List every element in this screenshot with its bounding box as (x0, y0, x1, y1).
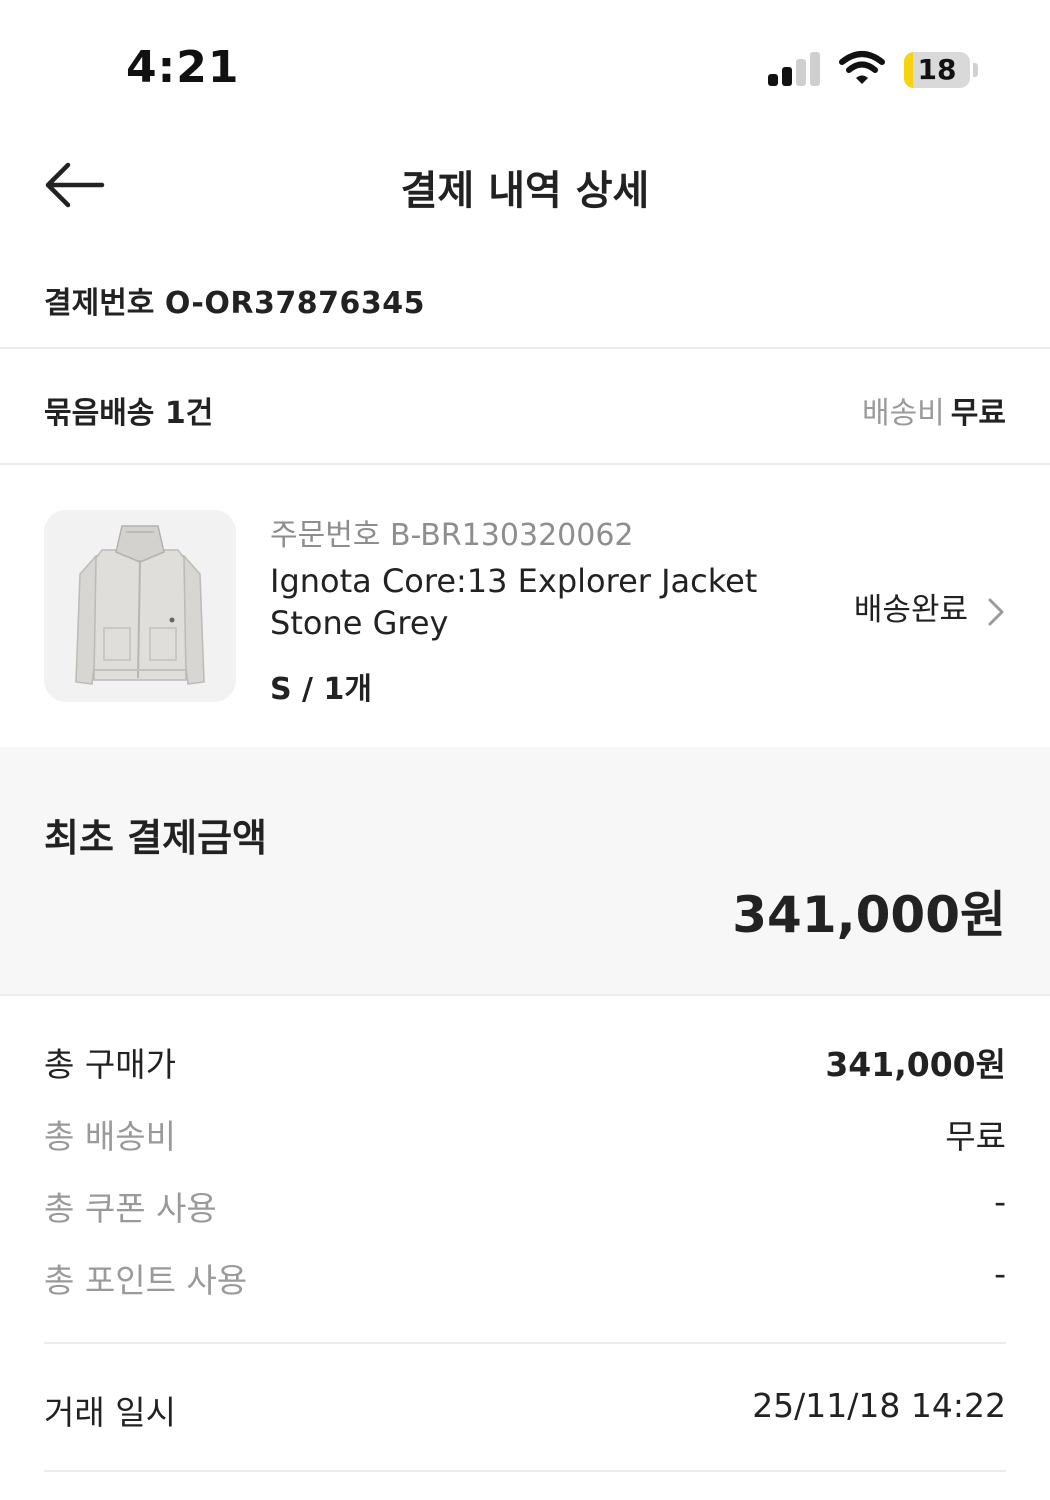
divider (0, 347, 1050, 349)
delivery-status: 배송완료 (853, 592, 968, 628)
summary-value: - (994, 1254, 1006, 1293)
wifi-icon (839, 51, 885, 84)
battery-icon: 18 (904, 52, 970, 88)
order-number-value: B-BR130320062 (389, 518, 634, 553)
transaction-datetime-row: 거래 일시 25/11/18 14:22 (44, 1386, 1006, 1436)
jacket-image (75, 525, 205, 685)
initial-payment-amount: 341,000원 (732, 886, 1006, 944)
transaction-value: 25/11/18 14:22 (752, 1386, 1006, 1425)
bundle-shipping-row: 묶음배송 1건 배송비 무료 (0, 350, 1050, 464)
summary-value: 341,000원 (825, 1045, 1006, 1084)
divider (0, 463, 1050, 465)
payment-number-label: 결제번호 (44, 286, 155, 321)
chevron-right-icon (988, 598, 1004, 625)
summary-value: 무료 (945, 1117, 1006, 1156)
status-time: 4:21 (126, 42, 240, 93)
bundle-count: 묶음배송 1건 (44, 396, 214, 431)
summary-label: 총 포인트 사용 (44, 1261, 248, 1300)
summary-label: 총 구매가 (44, 1045, 176, 1084)
payment-number: 결제번호 O-OR37876345 (44, 278, 425, 322)
summary-row-points: 총 포인트 사용 - (44, 1254, 1006, 1304)
payment-number-value: O-OR37876345 (164, 286, 425, 321)
summary-row-total-price: 총 구매가 341,000원 (44, 1038, 1006, 1088)
battery-nub (973, 63, 978, 77)
divider (44, 1470, 1006, 1472)
product-image[interactable] (44, 510, 236, 702)
divider (44, 1342, 1006, 1344)
shipping-fee: 배송비 무료 (862, 388, 1006, 432)
initial-payment-section: 최초 결제금액 341,000원 (0, 747, 1050, 995)
signal-icon (768, 52, 822, 86)
summary-label: 총 배송비 (44, 1117, 176, 1156)
transaction-label: 거래 일시 (44, 1393, 176, 1432)
summary-value: - (994, 1182, 1006, 1221)
page-header: 결제 내역 상세 (0, 140, 1050, 230)
shipping-fee-value: 무료 (950, 396, 1006, 431)
summary-row-coupon: 총 쿠폰 사용 - (44, 1182, 1006, 1232)
product-item[interactable]: 주문번호 B-BR130320062 Ignota Core:13 Explor… (0, 466, 1050, 746)
product-option: S / 1개 (270, 672, 372, 707)
page-title: 결제 내역 상세 (400, 168, 650, 214)
delivery-status-link[interactable]: 배송완료 (854, 584, 1010, 629)
status-bar: 4:21 18 (0, 0, 1050, 130)
shipping-fee-label: 배송비 (861, 396, 945, 431)
product-name: Ignota Core:13 Explorer Jacket Stone Gre… (270, 562, 758, 642)
order-number: 주문번호 B-BR130320062 (270, 510, 634, 554)
initial-payment-label: 최초 결제금액 (44, 816, 267, 860)
summary-label: 총 쿠폰 사용 (44, 1189, 217, 1228)
battery-level: 18 (917, 53, 957, 86)
summary-row-shipping: 총 배송비 무료 (44, 1110, 1006, 1160)
order-number-label: 주문번호 (270, 518, 381, 553)
divider (0, 994, 1050, 996)
